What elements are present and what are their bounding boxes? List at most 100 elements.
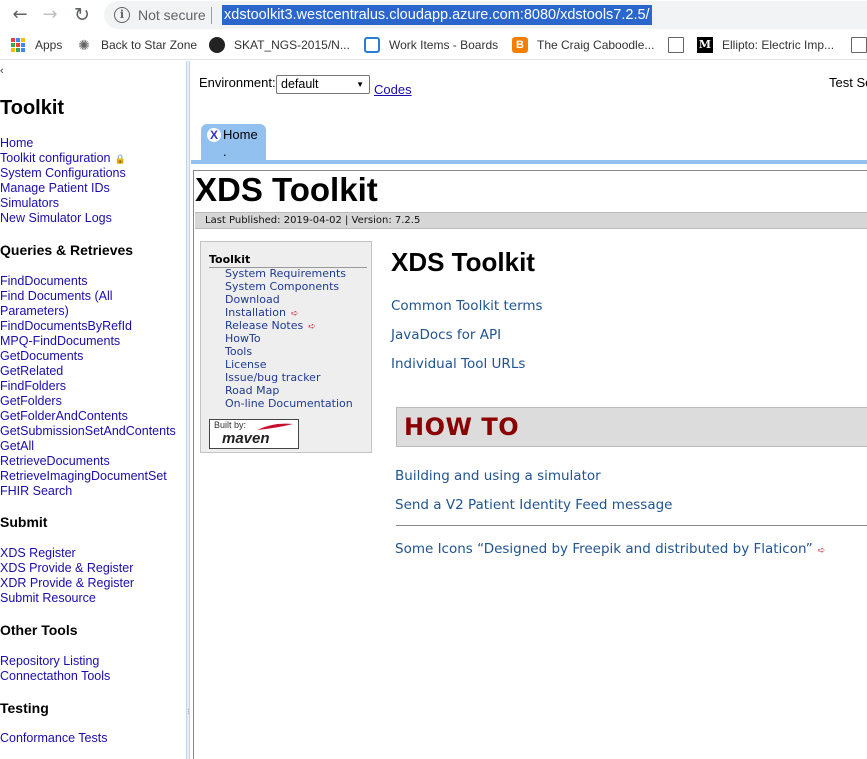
reload-icon[interactable]: ↻ xyxy=(70,3,94,27)
nav-link[interactable]: FindDocuments xyxy=(0,274,88,289)
nav-link-toolkit-configuration[interactable]: Toolkit configuration 🔒 xyxy=(0,151,126,167)
credits-label: Some Icons “Designed by Freepik and dist… xyxy=(395,541,813,557)
link-individual-tool-urls[interactable]: Individual Tool URLs xyxy=(391,356,525,372)
bookmark-label: SKAT_NGS-2015/N... xyxy=(234,38,350,52)
nav-link-new-simulator-logs[interactable]: New Simulator Logs xyxy=(0,211,112,226)
toolkit-menu-link[interactable]: On-line Documentation xyxy=(225,397,353,410)
nav-link-home[interactable]: Home xyxy=(0,136,33,151)
main-heading: XDS Toolkit xyxy=(391,247,535,277)
nav-title: Toolkit xyxy=(0,97,65,119)
url-text[interactable]: xdstoolkit3.westcentralus.cloudapp.azure… xyxy=(222,5,652,25)
divider xyxy=(396,525,867,526)
toolkit-menu-link[interactable]: Tools xyxy=(225,345,252,358)
nav-link[interactable]: XDR Provide & Register xyxy=(0,576,134,591)
maven-feather-icon xyxy=(257,423,293,430)
nav-link[interactable]: MPQ-FindDocuments xyxy=(0,334,120,349)
nav-link-simulators[interactable]: Simulators xyxy=(0,196,59,211)
github-icon xyxy=(209,37,225,53)
nav-link[interactable]: RetrieveImagingDocumentSet xyxy=(0,469,167,484)
nav-section-title: Queries & Retrieves xyxy=(0,242,134,258)
bookmark-label: Apps xyxy=(35,38,63,52)
security-label[interactable]: Not secure xyxy=(138,7,206,23)
nav-link[interactable]: GetDocuments xyxy=(0,349,83,364)
collapse-nav-icon[interactable]: ‹ xyxy=(0,65,4,77)
external-link-icon: ➪ xyxy=(290,309,299,319)
tab-home[interactable]: X Home . xyxy=(201,124,266,161)
bookmarks-bar: Apps ✺ Back to Star Zone SKAT_NGS-2015/N… xyxy=(0,30,867,60)
environment-label: Environment: xyxy=(199,75,276,90)
maven-badge-caption: Built by: xyxy=(214,420,247,430)
nav-link-system-configurations[interactable]: System Configurations xyxy=(0,166,126,181)
nav-link[interactable]: RetrieveDocuments xyxy=(0,454,110,469)
forward-arrow-icon[interactable]: → xyxy=(38,3,62,27)
toolkit-menu-link[interactable]: Road Map xyxy=(225,384,279,397)
left-nav: ‹ Toolkit Home Toolkit configuration 🔒 Sy… xyxy=(0,61,186,759)
azure-devops-icon xyxy=(364,37,380,53)
built-by-maven-badge[interactable]: Built by: maven xyxy=(209,419,299,449)
howto-heading: HOW TO xyxy=(404,413,520,441)
toolkit-menu-label: Installation xyxy=(225,306,286,319)
tab-label: Home xyxy=(223,127,258,142)
nav-link[interactable]: Repository Listing xyxy=(0,654,99,669)
nav-link[interactable]: FindFolders xyxy=(0,379,66,394)
nav-link[interactable]: GetSubmissionSetAndContents xyxy=(0,424,176,439)
bookmark-label: Back to Star Zone xyxy=(101,38,198,52)
splitter-grip-icon[interactable]: ⁝ xyxy=(187,707,190,717)
environment-value: default xyxy=(281,77,319,91)
nav-link[interactable]: XDS Register xyxy=(0,546,76,561)
document-title: XDS Toolkit xyxy=(195,171,378,208)
nav-link[interactable]: GetFolderAndContents xyxy=(0,409,128,424)
toolkit-menu-link[interactable]: System Requirements xyxy=(225,267,346,280)
codes-link[interactable]: Codes xyxy=(374,82,412,97)
maven-logo-text: maven xyxy=(222,430,270,447)
lock-icon: 🔒 xyxy=(114,154,126,164)
medium-icon: M xyxy=(697,37,713,53)
toolkit-menu-title: Toolkit xyxy=(209,253,367,268)
nav-link[interactable]: Parameters) xyxy=(0,304,69,319)
nav-link[interactable]: XDS Provide & Register xyxy=(0,561,133,576)
bookmark-label: The Craig Caboodle... xyxy=(537,38,655,52)
toolkit-menu-link[interactable]: License xyxy=(225,358,266,371)
info-icon[interactable]: i xyxy=(114,7,130,23)
link-building-simulator[interactable]: Building and using a simulator xyxy=(395,468,601,484)
howto-section-header: HOW TO xyxy=(396,407,867,447)
published-bar: Last Published: 2019-04-02 | Version: 7.… xyxy=(195,212,867,229)
toolkit-menu-link[interactable]: HowTo xyxy=(225,332,261,345)
nav-section-title: Other Tools xyxy=(0,622,78,638)
tab-subtext: . xyxy=(223,144,227,159)
toolkit-menu-link[interactable]: Download xyxy=(225,293,280,306)
close-tab-icon[interactable]: X xyxy=(207,128,221,142)
environment-select[interactable]: default ▼ xyxy=(276,75,370,94)
nav-link-label: Toolkit configuration xyxy=(0,151,111,165)
nav-link[interactable]: FHIR Search xyxy=(0,484,72,499)
nav-section-title: Submit xyxy=(0,514,48,530)
nav-link[interactable]: Submit Resource xyxy=(0,591,96,606)
apps-grid-icon xyxy=(10,37,26,53)
frame-splitter[interactable]: ⁝ xyxy=(186,61,190,759)
nav-link[interactable]: Connectathon Tools xyxy=(0,669,110,684)
link-common-toolkit-terms[interactable]: Common Toolkit terms xyxy=(391,298,543,314)
back-arrow-icon[interactable]: ← xyxy=(8,3,32,27)
toolkit-menu-box: Toolkit System Requirements System Compo… xyxy=(200,241,372,453)
link-javadocs-api[interactable]: JavaDocs for API xyxy=(391,327,501,343)
blogger-icon: B xyxy=(512,37,528,53)
nav-section-title: Testing xyxy=(0,700,49,716)
omnibox[interactable]: i Not secure xdstoolkit3.westcentralus.c… xyxy=(104,1,867,29)
external-link-icon: ➪ xyxy=(817,546,826,556)
nav-link[interactable]: GetAll xyxy=(0,439,34,454)
toolkit-menu-link[interactable]: System Components xyxy=(225,280,339,293)
nav-link[interactable]: Conformance Tests xyxy=(0,731,107,746)
tab-bar xyxy=(191,160,867,164)
browser-address-bar: ← → ↻ i Not secure xdstoolkit3.westcentr… xyxy=(0,0,867,30)
nav-link[interactable]: GetFolders xyxy=(0,394,62,409)
toolkit-menu-link[interactable]: Issue/bug tracker xyxy=(225,371,320,384)
nav-link[interactable]: FindDocumentsByRefId xyxy=(0,319,132,334)
omnibox-divider xyxy=(211,7,212,24)
bookmark-label: Ellipto: Electric Imp... xyxy=(722,38,835,52)
nav-link[interactable]: GetRelated xyxy=(0,364,63,379)
nav-link[interactable]: Find Documents (All xyxy=(0,289,113,304)
link-icons-credit[interactable]: Some Icons “Designed by Freepik and dist… xyxy=(395,541,825,557)
dropdown-arrow-icon: ▼ xyxy=(356,80,364,89)
link-v2-patient-identity-feed[interactable]: Send a V2 Patient Identity Feed message xyxy=(395,497,672,513)
nav-link-manage-patient-ids[interactable]: Manage Patient IDs xyxy=(0,181,110,196)
